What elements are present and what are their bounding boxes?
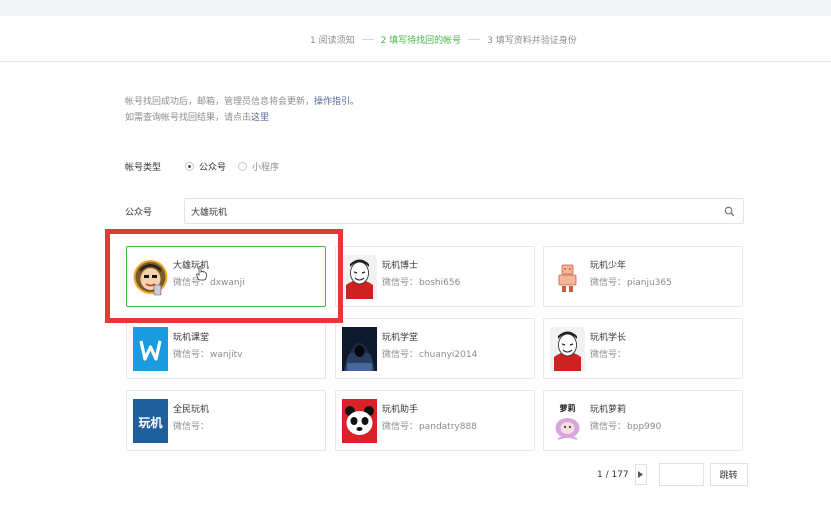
search-input[interactable]: 大雄玩机: [184, 198, 744, 224]
hand-pointer-icon: [196, 266, 207, 281]
wechat-id: 微信号：bpp990: [590, 419, 661, 432]
result-card[interactable]: 玩机助手 微信号：pandatry888: [335, 390, 535, 451]
wechat-id: 微信号：: [590, 347, 627, 360]
radio-label: 公众号: [199, 163, 227, 173]
account-name: 玩机少年: [590, 261, 627, 271]
chevron-right-icon: [638, 471, 644, 478]
step-1: 1 阅读须知: [310, 36, 355, 46]
hacker-avatar: [342, 327, 377, 371]
steps-bar: 1 阅读须知 2 填写待找回的帐号 3 填写资料并验证身份: [0, 16, 831, 62]
result-card[interactable]: 萝莉 玩机萝莉 微信号：bpp990: [543, 390, 743, 451]
radio-checked-icon[interactable]: [185, 162, 194, 171]
text-logo-avatar: 玩机: [133, 399, 168, 443]
mask-avatar: [550, 327, 585, 371]
wechat-id-prefix: 微信号：: [173, 422, 210, 432]
wechat-id-prefix: 微信号：: [382, 422, 419, 432]
radio-label: 小程序: [252, 163, 280, 173]
result-card[interactable]: 玩机 全民玩机 微信号：: [126, 390, 326, 451]
wechat-id-value: wanjitv: [210, 350, 243, 360]
query-result-link[interactable]: 这里: [251, 110, 269, 126]
search-row: 公众号 大雄玩机: [125, 198, 744, 224]
step-3: 3 填写资料并验证身份: [487, 36, 577, 46]
wechat-id-prefix: 微信号：: [173, 350, 210, 360]
result-card[interactable]: 玩机少年 微信号：pianju365: [543, 246, 743, 307]
wechat-id-value: chuanyi2014: [419, 350, 478, 360]
account-name: 玩机博士: [382, 261, 419, 271]
account-name: 玩机学长: [590, 333, 627, 343]
wechat-id: 微信号：boshi656: [382, 275, 460, 288]
page-number-input[interactable]: [658, 463, 704, 486]
wechat-id-prefix: 微信号：: [590, 350, 627, 360]
wechat-id-prefix: 微信号：: [590, 422, 627, 432]
result-card[interactable]: 玩机博士 微信号：boshi656: [335, 246, 535, 307]
search-icon[interactable]: [724, 206, 735, 217]
wechat-id-value: bpp990: [627, 422, 662, 432]
account-type-row: 帐号类型 公众号 小程序: [125, 160, 291, 173]
girl-logo-text: 萝莉: [560, 403, 576, 413]
radio-unchecked-icon[interactable]: [238, 162, 248, 171]
wechat-id-value: pandatry888: [419, 422, 477, 432]
wechat-id-value: dxwanji: [210, 278, 245, 288]
recovery-notice: 帐号找回成功后，邮箱，管理员信息将会更新， 操作指引。 如需查询帐号找回结果，请…: [125, 94, 359, 126]
notice-line-2: 如需查询帐号找回结果，请点击: [125, 113, 252, 123]
account-name: 玩机学堂: [382, 333, 419, 343]
pagination: 1 / 177 跳转: [597, 463, 748, 486]
wechat-id: 微信号：wanjitv: [173, 347, 242, 360]
wechat-id: 微信号：pandatry888: [382, 419, 477, 432]
jump-button[interactable]: 跳转: [709, 463, 748, 486]
wechat-id-value: pianju365: [627, 278, 672, 288]
search-label: 公众号: [125, 207, 153, 218]
page-indicator: 1 / 177: [597, 469, 629, 480]
cartoon-boy-avatar: [133, 255, 168, 299]
wechat-id-value: boshi656: [419, 278, 461, 288]
result-card[interactable]: 玩机课堂 微信号：wanjitv: [126, 318, 326, 379]
wechat-id-prefix: 微信号：: [590, 278, 627, 288]
girl-avatar: 萝莉: [550, 399, 585, 443]
panda-avatar: [342, 399, 377, 443]
step-indicator: 1 阅读须知 2 填写待找回的帐号 3 填写资料并验证身份: [310, 33, 577, 46]
account-name: 玩机助手: [382, 405, 419, 415]
result-card[interactable]: 玩机学长 微信号：: [543, 318, 743, 379]
account-name: 玩机课堂: [173, 333, 210, 343]
wechat-id: 微信号：: [173, 419, 210, 432]
result-card[interactable]: 大雄玩机 微信号：dxwanji: [126, 246, 326, 307]
search-value: 大雄玩机: [191, 207, 228, 218]
w-logo-avatar: [133, 327, 168, 371]
account-type-label: 帐号类型: [125, 163, 162, 173]
top-strip: [0, 0, 831, 16]
wechat-id: 微信号：dxwanji: [173, 275, 245, 288]
radio-official-account[interactable]: 公众号: [185, 160, 226, 173]
radio-mini-program[interactable]: 小程序: [238, 160, 279, 173]
mask-avatar: [342, 255, 377, 299]
result-card[interactable]: 玩机学堂 微信号：chuanyi2014: [335, 318, 535, 379]
step-2: 2 填写待找回的帐号: [380, 36, 462, 46]
wechat-id-prefix: 微信号：: [382, 278, 419, 288]
wechat-id: 微信号：chuanyi2014: [382, 347, 477, 360]
guide-link[interactable]: 操作指引。: [314, 94, 359, 110]
text-logo: 玩机: [138, 415, 162, 430]
wechat-id-prefix: 微信号：: [382, 350, 419, 360]
wechat-id: 微信号：pianju365: [590, 275, 672, 288]
robot-avatar: [550, 255, 585, 299]
step-separator: [361, 39, 374, 40]
next-page-button[interactable]: [634, 464, 647, 485]
account-name: 全民玩机: [173, 405, 210, 415]
step-separator: [468, 39, 481, 40]
account-name: 玩机萝莉: [590, 405, 627, 415]
notice-line-1: 帐号找回成功后，邮箱，管理员信息将会更新，: [125, 97, 315, 107]
